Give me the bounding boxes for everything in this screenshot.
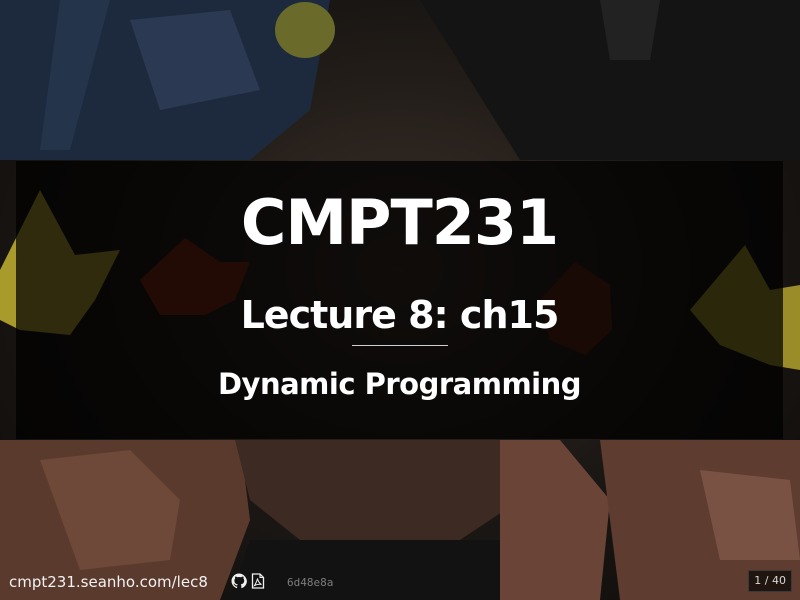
topic-title: Dynamic Programming (217, 367, 582, 401)
slide: CMPT231 Lecture 8: ch15 Dynamic Programm… (0, 0, 800, 600)
title-divider (352, 345, 448, 346)
course-title: CMPT231 (240, 186, 559, 259)
commit-hash: 6d48e8a (287, 576, 334, 589)
github-icon[interactable] (231, 573, 247, 589)
page-counter: 1 / 40 (748, 570, 792, 592)
lecture-title: Lecture 8: ch15 (240, 293, 560, 337)
pdf-icon[interactable] (250, 573, 266, 589)
title-panel: CMPT231 Lecture 8: ch15 Dynamic Programm… (16, 161, 783, 439)
lecture-url-link[interactable]: cmpt231.seanho.com/lec8 (9, 572, 208, 592)
